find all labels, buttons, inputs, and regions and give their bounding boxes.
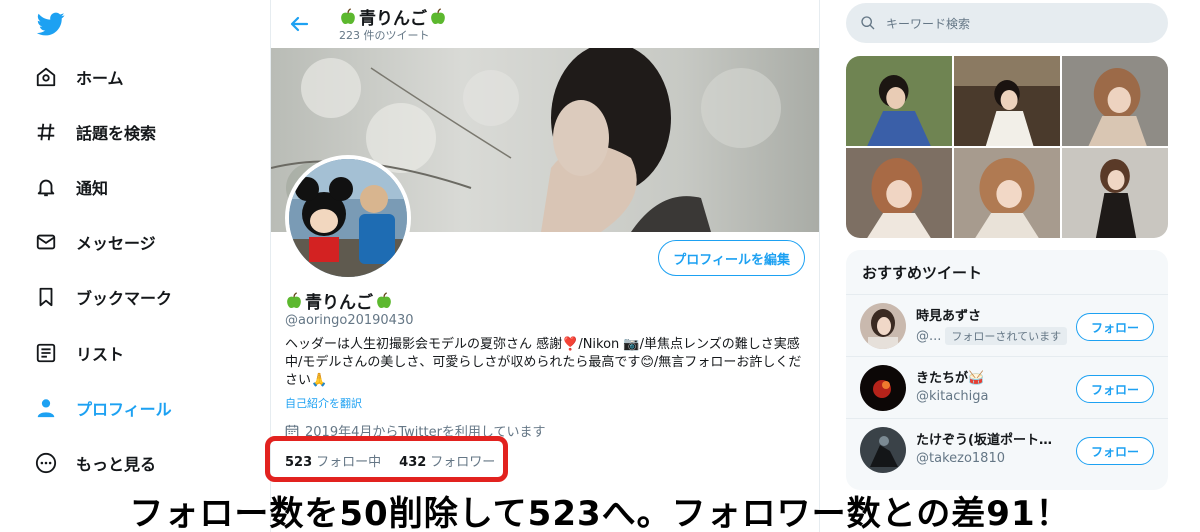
bio-line: さい🙏	[285, 373, 328, 388]
list-icon	[30, 337, 62, 369]
hashtag-icon	[30, 116, 62, 148]
profile-avatar[interactable]	[285, 155, 411, 281]
person-icon	[30, 392, 62, 424]
follow-button[interactable]: フォロー	[1075, 437, 1154, 465]
user-avatar[interactable]	[860, 365, 906, 411]
user-handle-text: @takezo1810	[916, 451, 1005, 466]
nav-label: 通知	[76, 179, 109, 198]
nav-label: メッセージ	[76, 234, 156, 253]
nav-item-explore[interactable]: 話題を検索	[30, 112, 156, 152]
twitter-bird-icon[interactable]	[36, 10, 66, 38]
left-navigation: ホーム 話題を検索 通知 メッセージ ブックマーク リスト プロフィール もっと…	[0, 0, 270, 532]
profile-header-bar: 青りんご 223 件のツイート	[271, 0, 819, 48]
search-icon	[861, 16, 875, 30]
profile-display-name: 青りんご	[305, 293, 373, 313]
suggested-title: おすすめツイート	[862, 264, 983, 282]
edit-profile-button[interactable]: プロフィールを編集	[658, 240, 805, 276]
nav-label: ブックマーク	[76, 289, 173, 308]
user-handle-text: @kitachiga	[916, 389, 989, 404]
media-thumbnail[interactable]	[846, 148, 952, 238]
user-handle: @... フォローされています	[916, 327, 1068, 345]
nav-label: 話題を検索	[76, 124, 157, 143]
bio-line: 中/モデルさんの美しさ、可愛らしさが収められたら最高です😊/無言フォローお許しく…	[285, 355, 802, 370]
user-avatar[interactable]	[860, 303, 906, 349]
nav-item-more[interactable]: もっと見る	[30, 443, 156, 483]
suggested-tweets-panel: おすすめツイート 時見あずさ @... フォローされています フォロー きたちが…	[846, 250, 1168, 490]
suggested-user-row[interactable]: 時見あずさ @... フォローされています フォロー	[846, 294, 1168, 356]
media-thumbnail[interactable]	[954, 56, 1060, 146]
search-bar[interactable]: キーワード検索	[846, 3, 1168, 43]
follow-button[interactable]: フォロー	[1075, 313, 1154, 341]
user-handle: @takezo1810	[916, 451, 1005, 466]
mail-icon	[30, 226, 62, 258]
follows-you-badge: フォローされています	[945, 327, 1068, 345]
bookmark-icon	[30, 281, 62, 313]
nav-item-lists[interactable]: リスト	[30, 333, 124, 373]
caption-overlay: フォロー数を50削除して523へ。フォロワー数との差91！	[129, 494, 1071, 532]
highlight-box	[265, 436, 508, 482]
header-title: 青りんご	[339, 4, 447, 29]
nav-item-profile[interactable]: プロフィール	[30, 388, 172, 428]
profile-name: 青りんご	[285, 288, 393, 313]
tweet-count: 223 件のツイート	[339, 29, 430, 42]
more-icon	[30, 447, 62, 479]
green-apple-icon	[431, 7, 445, 24]
bell-icon	[30, 171, 62, 203]
nav-label: プロフィール	[76, 400, 172, 419]
bio-line: ヘッダーは人生初撮影会モデルの夏弥さん 感謝❣️/Nikon 📷/単焦点レンズの…	[285, 337, 800, 352]
user-avatar[interactable]	[860, 427, 906, 473]
user-name[interactable]: 時見あずさ	[916, 305, 981, 324]
header-name: 青りんご	[359, 9, 427, 29]
nav-item-bookmarks[interactable]: ブックマーク	[30, 277, 172, 317]
nav-item-notifications[interactable]: 通知	[30, 167, 108, 207]
suggested-user-row[interactable]: たけぞう(坂道ポートレ... @takezo1810 フォロー	[846, 418, 1168, 480]
user-name[interactable]: たけぞう(坂道ポートレ...	[916, 429, 1056, 448]
nav-label: ホーム	[76, 69, 124, 88]
profile-bio: ヘッダーは人生初撮影会モデルの夏弥さん 感謝❣️/Nikon 📷/単焦点レンズの…	[285, 336, 805, 390]
back-arrow-icon[interactable]	[287, 12, 311, 36]
media-thumbnail[interactable]	[954, 148, 1060, 238]
media-thumbnail[interactable]	[1062, 56, 1168, 146]
green-apple-icon	[287, 291, 301, 308]
media-thumbnail[interactable]	[846, 56, 952, 146]
home-icon	[30, 61, 62, 93]
user-name[interactable]: きたちが🥁	[916, 367, 984, 386]
nav-label: もっと見る	[76, 455, 157, 474]
follow-button[interactable]: フォロー	[1075, 375, 1154, 403]
translate-bio-link[interactable]: 自己紹介を翻訳	[285, 395, 362, 411]
nav-item-home[interactable]: ホーム	[30, 57, 124, 97]
green-apple-icon	[341, 7, 355, 24]
search-placeholder: キーワード検索	[886, 16, 971, 31]
green-apple-icon	[377, 291, 391, 308]
suggested-user-row[interactable]: きたちが🥁 @kitachiga フォロー	[846, 356, 1168, 418]
user-handle-text: @...	[916, 328, 942, 344]
media-thumbnail[interactable]	[1062, 148, 1168, 238]
profile-handle: @aoringo20190430	[285, 313, 414, 328]
nav-item-messages[interactable]: メッセージ	[30, 222, 156, 262]
nav-label: リスト	[76, 345, 125, 364]
media-grid	[846, 56, 1168, 238]
user-handle: @kitachiga	[916, 389, 988, 404]
